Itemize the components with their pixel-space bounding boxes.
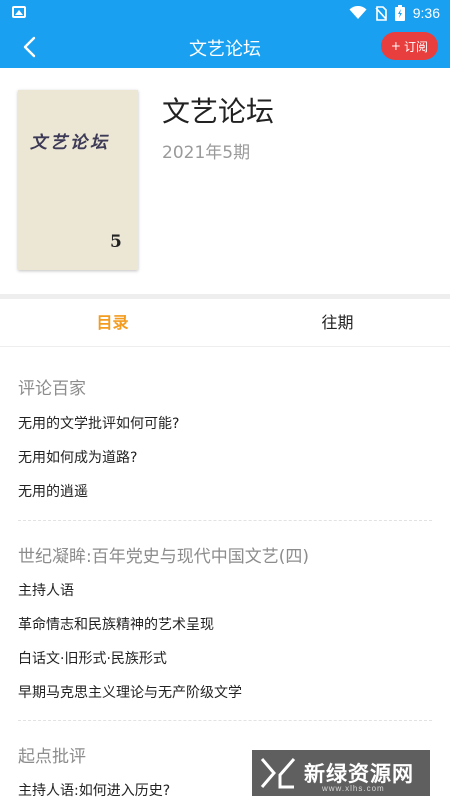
subscribe-label: 订阅 [403, 39, 428, 54]
watermark-logo: 新绿资源网 www.xlhs.com [252, 750, 430, 796]
section-title: 起点批评 [18, 747, 86, 767]
tab-bar: 目录 往期 [0, 299, 450, 347]
image-notification-icon [12, 6, 26, 18]
logo-icon [260, 758, 296, 789]
status-time: 9:36 [412, 5, 440, 21]
no-sim-icon [375, 5, 387, 21]
watermark-subtext: www.xlhs.com [322, 784, 385, 793]
article-item[interactable]: 无用的文学批评如何可能? [18, 413, 179, 433]
article-item[interactable]: 主持人语:如何进入历史? [18, 780, 170, 800]
magazine-cover[interactable]: 文艺论坛 5 [18, 90, 138, 270]
magazine-header: 文艺论坛 5 文艺论坛 2021年5期 [0, 68, 450, 294]
status-bar: 9:36 [0, 0, 450, 26]
subscribe-button[interactable]: + 订阅 [380, 32, 438, 60]
plus-icon: + [390, 39, 401, 53]
article-item[interactable]: 早期马克思主义理论与无产阶级文学 [18, 682, 242, 702]
magazine-issue: 2021年5期 [162, 143, 251, 163]
battery-icon [394, 5, 405, 21]
tab-past-issues[interactable]: 往期 [225, 299, 450, 347]
section-separator [18, 720, 432, 721]
cover-issue-number: 5 [110, 232, 122, 252]
status-icons: 9:36 [349, 3, 440, 23]
wifi-icon [349, 6, 367, 19]
section-title: 评论百家 [18, 379, 86, 399]
nav-bar: 文艺论坛 + 订阅 [0, 26, 450, 68]
section-title: 世纪凝眸:百年党史与现代中国文艺(四) [18, 547, 309, 567]
article-item[interactable]: 无用如何成为道路? [18, 447, 137, 467]
article-item[interactable]: 白话文·旧形式·民族形式 [18, 648, 167, 668]
magazine-title: 文艺论坛 [162, 95, 275, 128]
article-item[interactable]: 革命情志和民族精神的艺术呈现 [18, 614, 214, 634]
article-item[interactable]: 无用的逍遥 [18, 481, 88, 501]
section-separator [18, 520, 432, 521]
tab-contents[interactable]: 目录 [0, 299, 225, 347]
article-item[interactable]: 主持人语 [18, 580, 74, 600]
cover-title: 文艺论坛 [30, 133, 110, 153]
